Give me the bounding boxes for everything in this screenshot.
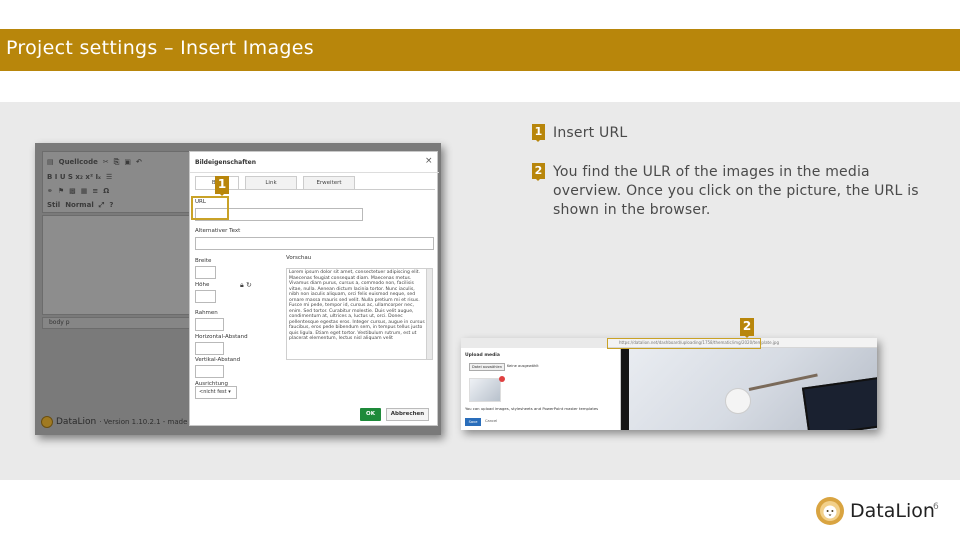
toolbar-row-style: Stil Normal ⤢ ? [47, 198, 113, 212]
toolbar-row-format: B I U S x₂ x² Iₓ ☰ [47, 170, 112, 184]
footer-brand: DataLion [56, 417, 97, 427]
dialog-title: Bildeigenschaften [195, 159, 257, 166]
lock-ratio-icon[interactable]: 🔒︎ ↻ [240, 281, 252, 290]
page-number: 6 [933, 502, 939, 512]
alt-text-input[interactable] [195, 237, 434, 250]
paste-icon[interactable]: ▣ [124, 158, 131, 166]
step-badge-1: 1 [215, 176, 229, 196]
hspace-label: Horizontal-Abstand [195, 334, 248, 340]
upload-title: Upload media [465, 353, 500, 358]
lion-icon [816, 497, 844, 525]
format-buttons[interactable]: B I U S x₂ x² Iₓ [47, 173, 101, 181]
hr-icon[interactable]: ≡ [92, 187, 98, 195]
cancel-link[interactable]: Cancel [485, 419, 497, 423]
title-bar: Project settings – Insert Images [0, 29, 960, 71]
help-icon[interactable]: ? [109, 201, 113, 209]
width-input[interactable] [195, 266, 216, 279]
brand-logo: DataLion [815, 496, 935, 526]
undo-icon[interactable]: ↶ [136, 158, 142, 166]
toolbar-row-source: ▤ Quellcode ✂ ⎘ ▣ ↶ [47, 155, 142, 169]
url-bar-highlight-box [607, 338, 761, 349]
link-icon[interactable]: ⚭ [47, 187, 53, 195]
upload-panel: Upload media Datei auswählen Keine ausge… [461, 348, 621, 430]
url-highlight-box [191, 196, 229, 220]
source-icon[interactable]: ▤ [47, 158, 54, 166]
hspace-input[interactable] [195, 342, 224, 355]
copy-icon[interactable]: ⎘ [114, 158, 120, 167]
preview-text: Lorem ipsum dolor sit amet, consectetuer… [289, 270, 425, 341]
choose-file-button[interactable]: Datei auswählen [469, 363, 505, 371]
cut-icon[interactable]: ✂ [103, 158, 109, 166]
step-2-text: You find the ULR of the images in the me… [553, 164, 919, 218]
vspace-label: Vertikal-Abstand [195, 357, 241, 363]
lamp-photo [629, 348, 877, 430]
step-2: 2 You find the ULR of the images in the … [532, 163, 932, 220]
editor-screenshot: ▤ Quellcode ✂ ⎘ ▣ ↶ B I U S x₂ x² Iₓ ☰ ⚭… [35, 143, 441, 435]
maximize-icon[interactable]: ⤢ [99, 201, 105, 210]
step-1-badge: 1 [532, 124, 545, 142]
border-input[interactable] [195, 318, 224, 331]
editor-toolbar: ▤ Quellcode ✂ ⎘ ▣ ↶ B I U S x₂ x² Iₓ ☰ ⚭… [42, 151, 202, 213]
list-icon[interactable]: ☰ [106, 173, 112, 181]
height-label: Höhe [195, 282, 210, 288]
preview-box: Lorem ipsum dolor sit amet, consectetuer… [286, 268, 433, 360]
slide: Project settings – Insert Images ▤ Quell… [0, 0, 960, 540]
omega-icon[interactable]: Ω [103, 187, 109, 195]
ok-button[interactable]: OK [360, 408, 381, 421]
image-icon[interactable]: ▩ [69, 187, 76, 195]
tab-advanced[interactable]: Erweitert [303, 176, 355, 190]
page-title: Project settings – Insert Images [6, 37, 314, 59]
media-screenshot: Upload media Datei auswählen Keine ausge… [461, 318, 877, 430]
style-select[interactable]: Stil [47, 201, 60, 209]
align-select[interactable]: <nicht fest ▾ [195, 386, 237, 399]
flag-icon[interactable]: ⚑ [58, 187, 64, 195]
step-2-badge: 2 [532, 163, 545, 181]
table-icon[interactable]: ▦ [81, 187, 88, 195]
align-value: <nicht fest [199, 389, 227, 395]
source-button[interactable]: Quellcode [59, 158, 98, 166]
brand-name: DataLion [850, 500, 935, 522]
delete-icon[interactable] [499, 376, 505, 382]
vspace-input[interactable] [195, 365, 224, 378]
monitor-image [801, 376, 877, 430]
format-select[interactable]: Normal [65, 201, 94, 209]
toolbar-row-insert: ⚭ ⚑ ▩ ▦ ≡ Ω [47, 184, 109, 198]
preview-label: Vorschau [286, 255, 312, 261]
editor-content-area[interactable] [42, 215, 202, 315]
alt-text-label: Alternativer Text [195, 228, 241, 234]
cancel-button[interactable]: Abbrechen [386, 408, 429, 421]
height-input[interactable] [195, 290, 216, 303]
step-1: 1 Insert URL [532, 124, 627, 143]
editor-statusbar: body p [42, 317, 202, 329]
tab-link[interactable]: Link [245, 176, 297, 190]
step-badge-2: 2 [740, 318, 754, 338]
divider [190, 172, 439, 173]
image-thumbnail[interactable] [469, 378, 501, 402]
preview-scrollbar[interactable] [426, 269, 432, 359]
datalion-logo-icon [41, 416, 53, 428]
upload-description: You can upload images, stylesheets and P… [465, 406, 599, 411]
close-icon[interactable]: × [425, 156, 433, 166]
step-1-text: Insert URL [553, 125, 628, 141]
no-file-selected: Keine ausgewählt [507, 364, 539, 368]
tab-divider [195, 189, 435, 190]
lamp-shade [725, 388, 751, 414]
border-label: Rahmen [195, 310, 218, 316]
save-button[interactable]: Save [465, 418, 481, 426]
width-label: Breite [195, 258, 212, 264]
divider [621, 348, 629, 430]
